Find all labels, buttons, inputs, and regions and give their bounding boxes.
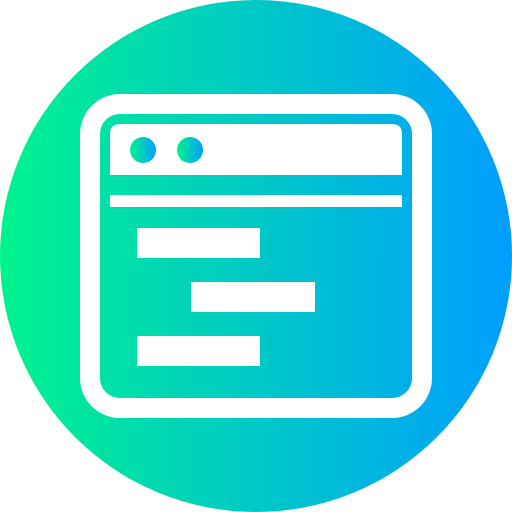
icon-canvas — [0, 0, 512, 512]
code-line — [137, 336, 260, 366]
code-line — [137, 228, 260, 258]
window-dot-icon — [177, 137, 203, 163]
title-separator — [110, 195, 402, 207]
browser-window-code-icon — [0, 0, 512, 512]
code-line — [191, 282, 315, 312]
window-dot-icon — [130, 137, 156, 163]
